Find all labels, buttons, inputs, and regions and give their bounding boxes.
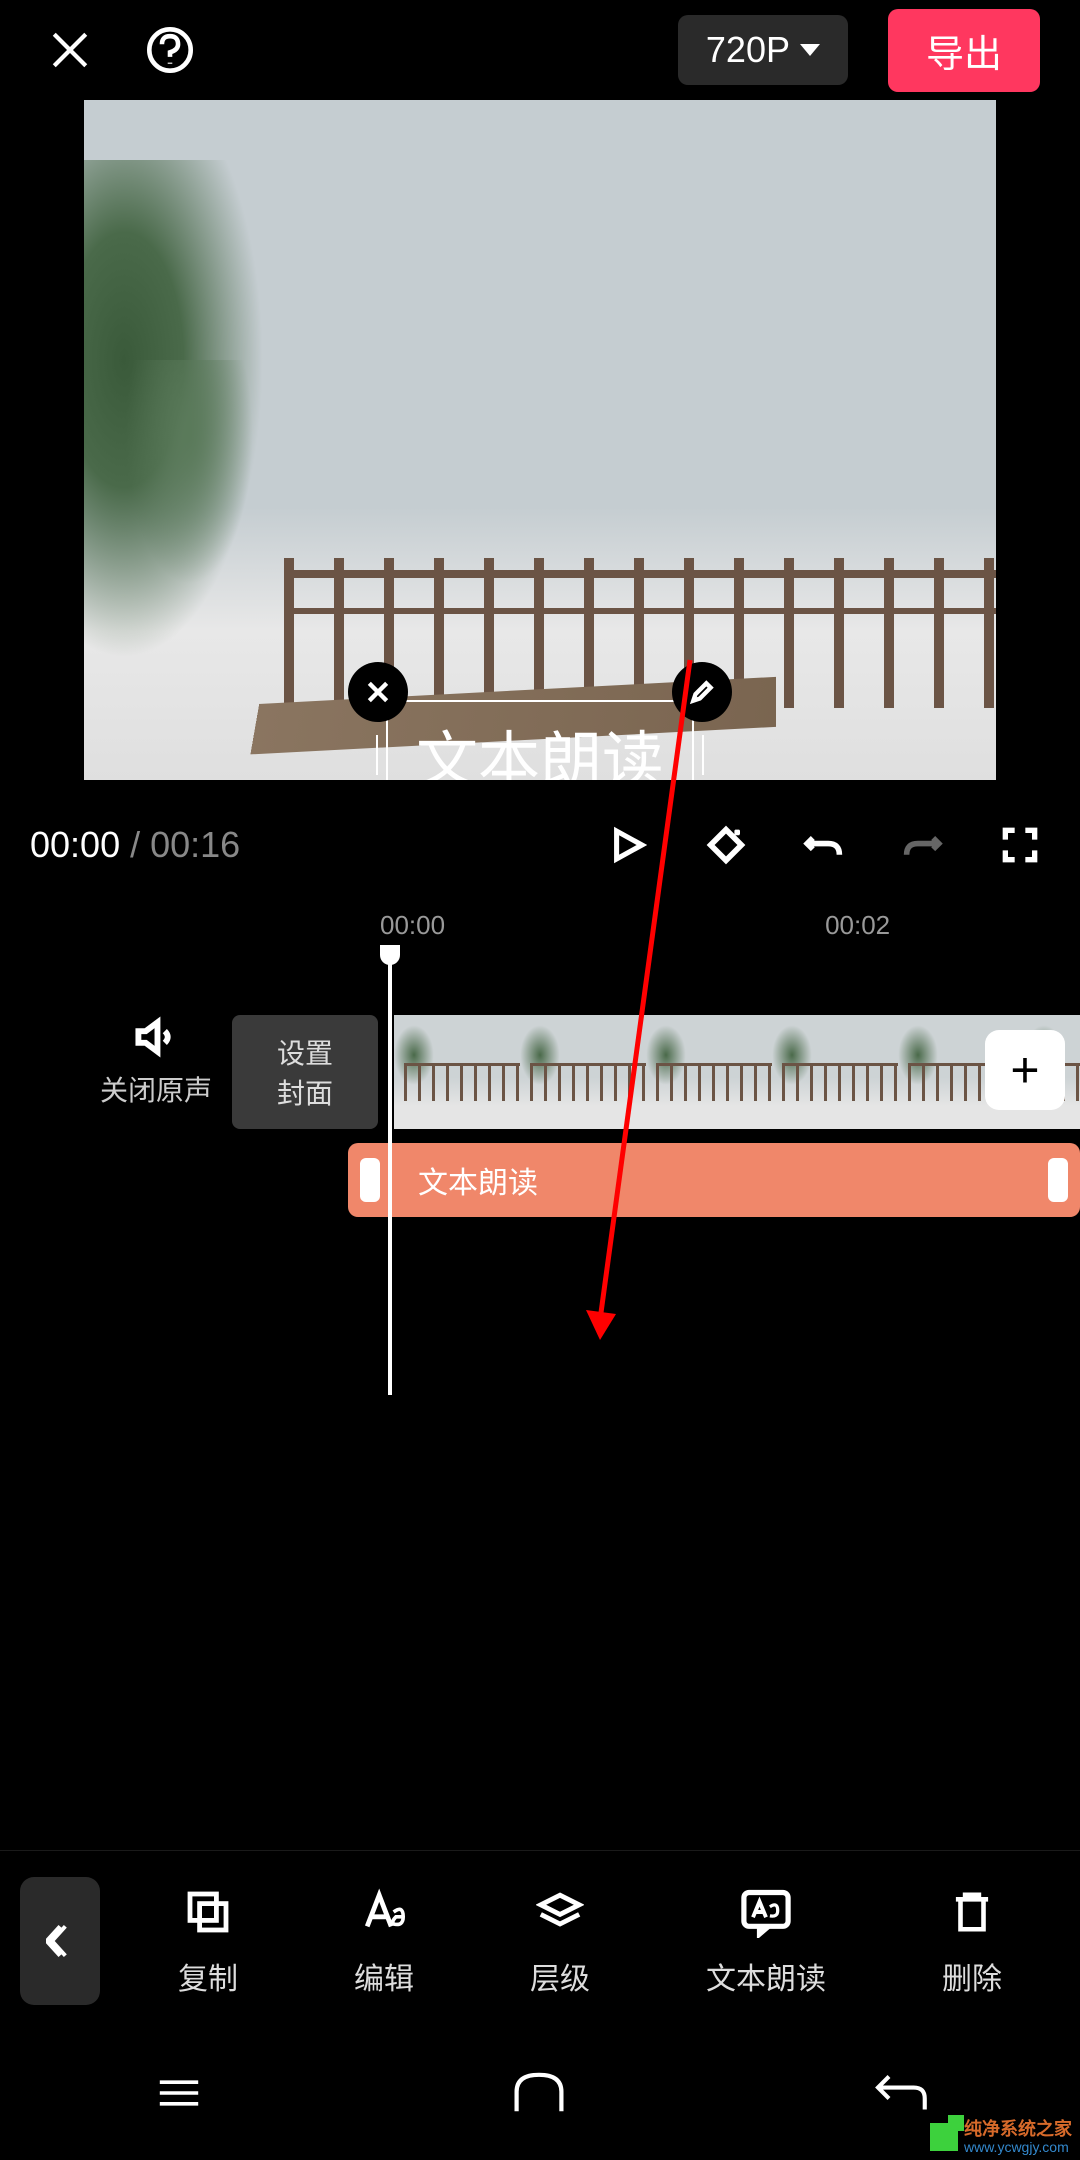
bottom-toolbar: 复制 编辑 层级 文本朗读 删除 [0,1850,1080,2030]
time-display: 00:00 / 00:16 [30,824,240,866]
pencil-icon [689,679,715,705]
add-clip-button[interactable]: + [985,1030,1065,1110]
help-icon [147,27,193,73]
preview-frame [84,100,996,780]
clip-thumbnail[interactable] [772,1015,898,1129]
overlay-edit-handle[interactable] [672,662,732,722]
nav-menu-button[interactable] [152,2075,206,2116]
speaker-icon [134,1015,178,1059]
toolbar-edit[interactable]: 编辑 [354,1884,414,1998]
top-bar: 720P 导出 [0,0,1080,100]
ruler-mark: 00:02 [825,910,890,941]
play-button[interactable] [598,815,658,875]
overlay-text: 文本朗读 [416,710,664,780]
overlay-delete-handle[interactable] [348,662,408,722]
system-nav-bar [0,2030,1080,2160]
playback-bar: 00:00 / 00:16 [0,795,1080,895]
redo-button[interactable] [892,815,952,875]
nav-back-button[interactable] [872,2071,928,2120]
clip-trim-handle-left[interactable] [360,1158,380,1202]
toolbar-text-to-speech[interactable]: 文本朗读 [706,1884,826,1998]
mute-original-sound[interactable]: 关闭原声 [100,1015,212,1109]
undo-button[interactable] [794,815,854,875]
close-button[interactable] [40,20,100,80]
video-track[interactable] [394,1015,1080,1129]
timeline-tracks[interactable]: 关闭原声 设置 封面 + 文本朗读 [0,945,1080,1395]
total-time: 00:16 [150,824,240,866]
timeline-ruler[interactable]: 00:00 00:02 [0,905,1080,945]
text-clip-label: 文本朗读 [418,1158,538,1202]
close-icon [49,29,91,71]
clip-trim-handle-right[interactable] [1048,1158,1068,1202]
back-icon [872,2071,928,2115]
ruler-mark: 00:00 [380,910,445,941]
keyframe-button[interactable] [696,815,756,875]
timeline-area: 00:00 00:02 关闭原声 设置 封面 + 文本朗读 [0,905,1080,1395]
resolution-value: 720P [706,29,790,71]
watermark: 纯净系统之家 www.ycwgjy.com [930,2120,1072,2154]
diamond-plus-icon [705,824,747,866]
clip-thumbnail[interactable] [394,1015,520,1129]
set-cover-button[interactable]: 设置 封面 [232,1015,378,1129]
video-preview[interactable]: 文本朗读 [84,100,996,780]
fullscreen-icon [1000,825,1040,865]
toolbar-copy[interactable]: 复制 [178,1884,238,1998]
copy-icon [180,1884,236,1940]
playhead[interactable] [388,945,392,1395]
chevron-down-icon [800,44,820,56]
current-time: 00:00 [30,824,120,866]
tts-icon [738,1884,794,1940]
text-overlay-box[interactable]: 文本朗读 [386,700,694,780]
resolution-dropdown[interactable]: 720P [678,15,848,85]
time-separator: / [130,824,140,866]
close-icon [365,679,391,705]
toolbar-layers[interactable]: 层级 [530,1884,590,1998]
nav-home-button[interactable] [511,2069,567,2122]
help-button[interactable] [140,20,200,80]
watermark-logo-icon [930,2123,958,2151]
redo-icon [901,824,943,866]
text-track-clip[interactable]: 文本朗读 [348,1143,1080,1217]
chevron-left-icon [46,1921,74,1961]
text-icon [356,1884,412,1940]
play-icon [609,826,647,864]
undo-icon [803,824,845,866]
trash-icon [944,1884,1000,1940]
plus-icon: + [1010,1041,1039,1099]
menu-icon [152,2075,206,2111]
toolbar-delete[interactable]: 删除 [942,1884,1002,1998]
fullscreen-button[interactable] [990,815,1050,875]
export-button[interactable]: 导出 [888,9,1040,92]
toolbar-back-button[interactable] [20,1877,100,2005]
clip-thumbnail[interactable] [520,1015,646,1129]
clip-thumbnail[interactable] [646,1015,772,1129]
layers-icon [532,1884,588,1940]
home-icon [511,2069,567,2117]
